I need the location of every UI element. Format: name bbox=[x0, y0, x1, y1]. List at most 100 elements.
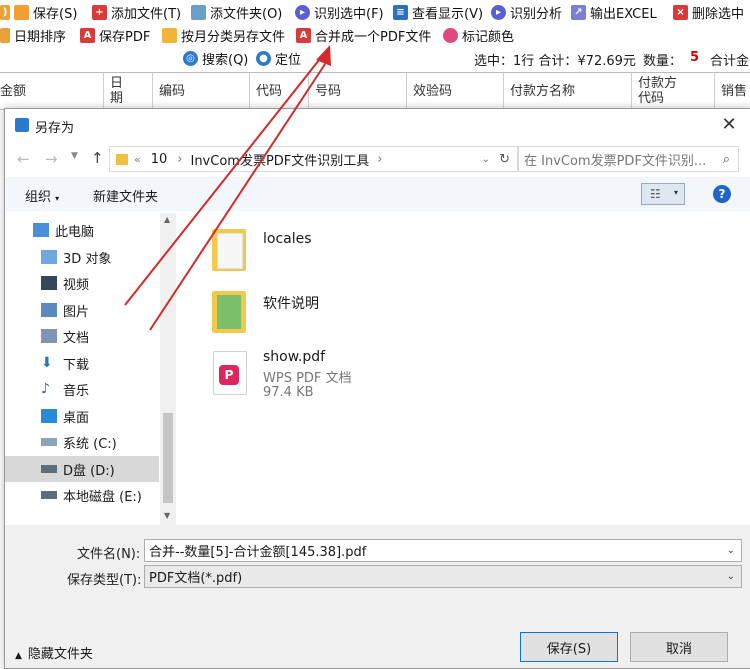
save-toolbar-button[interactable]: ) 保存(S) bbox=[0, 1, 77, 23]
save-button[interactable]: 保存(S) bbox=[520, 632, 618, 662]
dialog-title: 另存为 bbox=[35, 121, 75, 136]
close-icon[interactable]: ✕ bbox=[717, 113, 741, 137]
pdf-badge-icon: P bbox=[219, 365, 239, 385]
column-header[interactable]: 号码 bbox=[308, 73, 406, 109]
nav-item-drive-e[interactable]: 本地磁盘 (E:) bbox=[41, 482, 177, 508]
nav-item-music[interactable]: ♪ 音乐 bbox=[41, 376, 177, 402]
palette-icon bbox=[443, 27, 458, 43]
export-icon: ↗ bbox=[571, 4, 586, 20]
nav-item-pictures[interactable]: 图片 bbox=[41, 297, 177, 323]
export-excel-button[interactable]: ↗ 输出EXCEL bbox=[571, 1, 657, 23]
dialog-bottom-panel: 文件名(N): 合并--数量[5]-合计金额[145.38].pdf ⌄ 保存类… bbox=[5, 525, 750, 668]
list-icon: ≡ bbox=[393, 4, 408, 20]
view-options-button[interactable]: ☷ ▾ bbox=[641, 183, 685, 205]
folder-icon bbox=[162, 27, 177, 43]
grid-header: 金额 日期 编码 代码 号码 效验码 付款方名称 付款方代码 销售 bbox=[0, 72, 750, 110]
column-header[interactable]: 效验码 bbox=[406, 73, 503, 109]
column-header[interactable]: 销售 bbox=[714, 73, 750, 109]
computer-icon bbox=[33, 223, 49, 237]
scroll-up-icon[interactable]: ▲ bbox=[164, 215, 170, 224]
file-item[interactable]: P show.pdf WPS PDF 文档 97.4 KB bbox=[209, 347, 529, 407]
search-button[interactable]: ◎ 搜索(Q) bbox=[183, 47, 248, 69]
file-item[interactable]: 软件说明 bbox=[209, 285, 529, 339]
floppy-icon bbox=[14, 4, 29, 20]
recognize-analysis-button[interactable]: ▸ 识别分析 bbox=[491, 1, 562, 23]
nav-item-downloads[interactable]: ⬇ 下载 bbox=[41, 350, 177, 376]
nav-scrollbar[interactable]: ▲ ▼ bbox=[160, 213, 176, 525]
nav-item-3d[interactable]: 3D 对象 bbox=[41, 244, 177, 270]
view-display-button[interactable]: ≡ 查看显示(V) bbox=[393, 1, 483, 23]
new-folder-button[interactable]: 新建文件夹 bbox=[93, 186, 158, 205]
scroll-thumb[interactable] bbox=[163, 413, 173, 503]
chevron-right-icon: › bbox=[177, 151, 183, 167]
video-icon bbox=[41, 276, 57, 290]
add-file-button[interactable]: + 添加文件(T) bbox=[92, 1, 181, 23]
date-sort-button[interactable]: 日期排序 bbox=[0, 24, 66, 46]
nav-item-drive-d[interactable]: D盘 (D:) bbox=[5, 456, 159, 482]
download-icon: ⬇ bbox=[41, 355, 53, 371]
breadcrumb-overflow-icon[interactable]: « bbox=[134, 153, 141, 166]
monthly-save-button[interactable]: 按月分类另存文件 bbox=[162, 24, 285, 46]
nav-item-video[interactable]: 视频 bbox=[41, 270, 177, 296]
mark-color-button[interactable]: 标记颜色 bbox=[443, 24, 514, 46]
scroll-down-icon[interactable]: ▼ bbox=[164, 511, 170, 520]
nav-item-drive-c[interactable]: 系统 (C:) bbox=[41, 429, 177, 455]
help-icon[interactable]: ? bbox=[713, 185, 731, 203]
folder-add-icon bbox=[191, 4, 206, 20]
command-bar: 组织 ▾ 新建文件夹 ☷ ▾ ? bbox=[5, 177, 750, 211]
nav-item-this-pc[interactable]: 此电脑 bbox=[33, 217, 177, 243]
filename-input[interactable]: 合并--数量[5]-合计金额[145.38].pdf ⌄ bbox=[144, 539, 742, 562]
pictures-icon bbox=[41, 303, 57, 317]
column-header[interactable]: 编码 bbox=[152, 73, 249, 109]
total-label: 合计金 bbox=[710, 54, 750, 69]
analysis-icon: ▸ bbox=[491, 4, 506, 20]
up-icon[interactable]: ↑ bbox=[91, 149, 104, 167]
hide-folders-toggle[interactable]: ▲ 隐藏文件夹 bbox=[15, 643, 93, 662]
locate-button[interactable]: ● 定位 bbox=[256, 47, 301, 69]
count-label: 数量： bbox=[643, 54, 683, 69]
toolbar-row-1: ) 保存(S) + 添加文件(T) 添文件夹(O) ▸ 识别选中(F) ≡ 查看… bbox=[0, 0, 750, 24]
nav-item-desktop[interactable]: 桌面 bbox=[41, 403, 177, 429]
delete-selected-button[interactable]: × 删除选中 bbox=[673, 1, 744, 23]
address-dropdown-icon[interactable]: ⌄ bbox=[482, 154, 490, 165]
save-dialog-icon bbox=[15, 118, 29, 132]
back-icon[interactable]: ← bbox=[17, 150, 30, 168]
merge-pdf-button[interactable]: A 合并成一个PDF文件 bbox=[296, 24, 431, 46]
chevron-down-icon[interactable]: ⌄ bbox=[727, 571, 735, 582]
recognize-icon: ▸ bbox=[295, 4, 310, 20]
recognize-selected-button[interactable]: ▸ 识别选中(F) bbox=[295, 1, 384, 23]
documents-icon bbox=[41, 329, 57, 343]
save-pdf-button[interactable]: A 保存PDF bbox=[80, 24, 150, 46]
breadcrumb-segment[interactable]: InvCom发票PDF文件识别工具 bbox=[190, 150, 369, 169]
nav-item-documents[interactable]: 文档 bbox=[41, 323, 177, 349]
filetype-label: 保存类型(T): bbox=[67, 573, 142, 588]
address-bar[interactable]: « 10 › InvCom发票PDF文件识别工具 › ⌄ ↻ bbox=[109, 146, 519, 172]
add-folder-button[interactable]: 添文件夹(O) bbox=[191, 1, 282, 23]
breadcrumb-segment[interactable]: 10 bbox=[151, 152, 168, 167]
search-icon: ◎ bbox=[183, 50, 198, 66]
column-header[interactable]: 付款方名称 bbox=[503, 73, 631, 109]
location-pin-icon: ● bbox=[256, 50, 271, 66]
trash-icon: × bbox=[673, 4, 688, 20]
forward-icon[interactable]: → bbox=[45, 150, 58, 168]
column-header[interactable]: 金额 bbox=[0, 73, 104, 109]
column-header[interactable]: 付款方代码 bbox=[631, 73, 714, 109]
chevron-down-icon[interactable]: ⌄ bbox=[727, 545, 735, 556]
search-input[interactable]: 在 InvCom发票PDF文件识别... ⌕ bbox=[517, 146, 739, 172]
column-header[interactable]: 代码 bbox=[249, 73, 308, 109]
folder-icon bbox=[116, 153, 128, 165]
filename-label: 文件名(N): bbox=[77, 547, 141, 562]
file-item[interactable]: locales bbox=[209, 223, 529, 277]
drive-icon bbox=[41, 465, 57, 473]
view-icon: ☷ bbox=[650, 187, 661, 201]
file-list: locales 软件说明 P show.pdf WPS PDF 文档 97.4 … bbox=[181, 213, 750, 525]
pdf-icon: A bbox=[80, 27, 95, 43]
refresh-icon[interactable]: ↻ bbox=[499, 152, 510, 167]
music-icon: ♪ bbox=[41, 381, 50, 397]
cancel-button[interactable]: 取消 bbox=[630, 632, 728, 662]
filetype-select[interactable]: PDF文档(*.pdf) ⌄ bbox=[144, 565, 742, 588]
organize-menu[interactable]: 组织 ▾ bbox=[25, 186, 59, 205]
recent-locations-icon[interactable]: ▼ bbox=[71, 151, 78, 161]
column-header[interactable]: 日期 bbox=[103, 73, 153, 109]
3d-objects-icon bbox=[41, 250, 57, 264]
